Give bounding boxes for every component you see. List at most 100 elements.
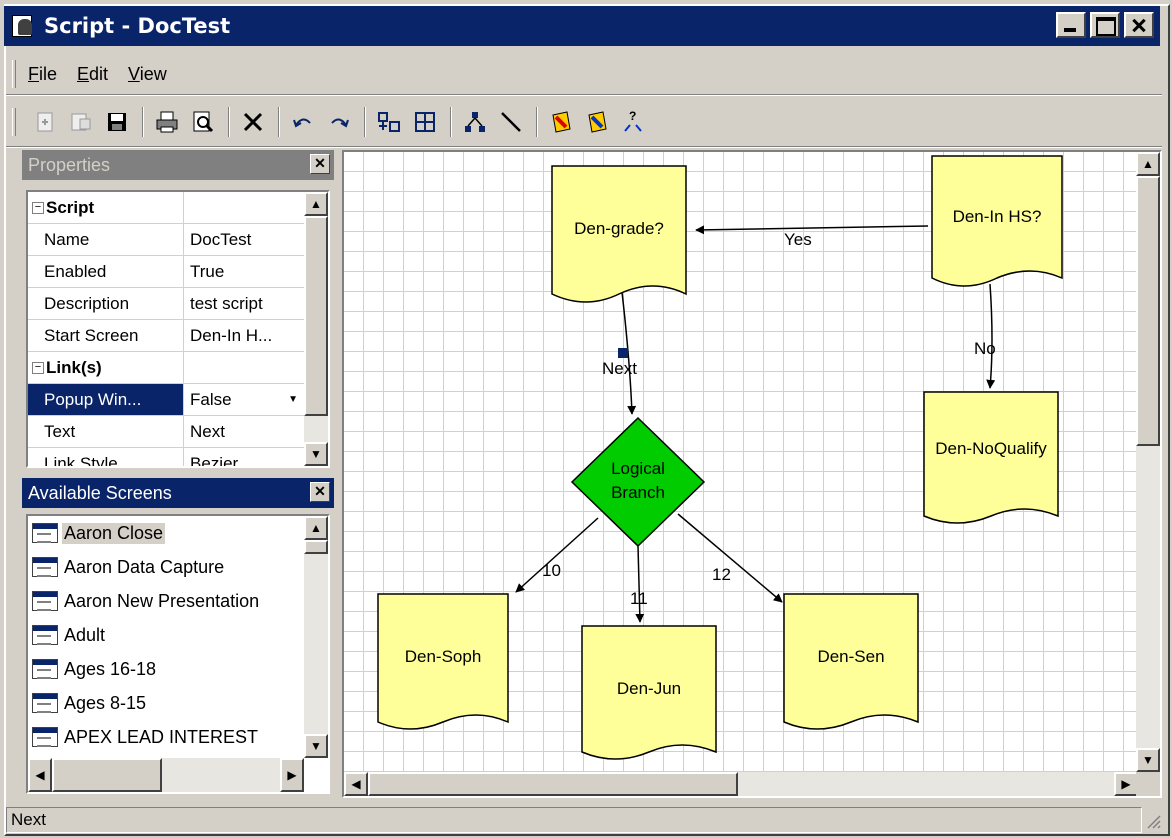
group-button[interactable]: [408, 105, 442, 139]
group-icon: [415, 112, 435, 132]
link-yes[interactable]: [695, 225, 929, 235]
property-name: Start Screen: [28, 320, 184, 351]
property-value[interactable]: Bezier: [184, 448, 304, 467]
link-10[interactable]: [515, 517, 599, 593]
menu-view[interactable]: View: [128, 64, 167, 85]
print-button[interactable]: [150, 105, 184, 139]
tag-blue-button[interactable]: [580, 105, 614, 139]
scroll-right-button[interactable]: ▶: [280, 758, 304, 792]
save-button[interactable]: [100, 105, 134, 139]
link-11[interactable]: [635, 545, 645, 623]
scroll-left-button[interactable]: ◀: [28, 758, 52, 792]
link-handle[interactable]: [618, 348, 628, 358]
delete-button[interactable]: [236, 105, 270, 139]
redo-icon: [331, 118, 349, 128]
property-value[interactable]: True: [184, 256, 304, 287]
maximize-button[interactable]: [1090, 12, 1120, 38]
scroll-up-button[interactable]: ▲: [1136, 152, 1160, 176]
list-item[interactable]: Adult: [28, 618, 328, 652]
menu-grip[interactable]: [12, 60, 16, 88]
list-item[interactable]: Aaron Close: [28, 516, 328, 550]
node-logical-branch[interactable]: [570, 416, 706, 548]
screens-hscrollbar[interactable]: ◀ ▶: [28, 758, 304, 792]
property-row[interactable]: Description test script: [28, 288, 328, 320]
property-row[interactable]: Enabled True: [28, 256, 328, 288]
link-label-yes: Yes: [784, 230, 812, 249]
print-preview-button[interactable]: [186, 105, 220, 139]
scroll-thumb[interactable]: [1136, 176, 1160, 446]
toolbar-separator: [228, 107, 230, 137]
property-value[interactable]: test script: [184, 288, 304, 319]
property-category-links[interactable]: − Link(s): [28, 352, 328, 384]
canvas-hscrollbar[interactable]: ◀ ▶: [344, 772, 1138, 796]
properties-button[interactable]: [64, 105, 98, 139]
property-row[interactable]: Link Style Bezier: [28, 448, 328, 467]
title-bar[interactable]: Script - DocTest: [4, 6, 1160, 46]
link-no[interactable]: [986, 283, 996, 389]
property-scrollbar[interactable]: ▲ ▼: [304, 192, 328, 466]
node-den-soph-label: Den-Soph: [405, 647, 482, 666]
properties-close-button[interactable]: ✕: [310, 154, 330, 174]
scroll-up-button[interactable]: ▲: [304, 516, 328, 540]
minimize-button[interactable]: [1056, 12, 1086, 38]
list-item[interactable]: Ages 8-15: [28, 686, 328, 720]
scroll-thumb[interactable]: [368, 772, 738, 796]
redo-button[interactable]: [322, 105, 356, 139]
property-row[interactable]: Start Screen Den-In H...: [28, 320, 328, 352]
dropdown-arrow-icon[interactable]: ▼: [288, 394, 298, 405]
list-item[interactable]: Aaron Data Capture: [28, 550, 328, 584]
scroll-right-button[interactable]: ▶: [1114, 772, 1138, 796]
available-screens-header[interactable]: Available Screens ✕: [22, 478, 334, 508]
property-row[interactable]: Name DocTest: [28, 224, 328, 256]
screen-icon: [32, 523, 58, 543]
link-12[interactable]: [677, 513, 783, 603]
screens-close-button[interactable]: ✕: [310, 482, 330, 502]
screen-icon: [32, 557, 58, 577]
collapse-icon[interactable]: −: [32, 361, 44, 374]
hierarchy-button[interactable]: [458, 105, 492, 139]
property-value[interactable]: Den-In H...: [184, 320, 304, 351]
menu-toolbar-divider: [6, 94, 1162, 96]
menu-edit[interactable]: Edit: [77, 64, 108, 85]
scroll-left-button[interactable]: ◀: [344, 772, 368, 796]
line-tool-button[interactable]: [494, 105, 528, 139]
toolbar-separator: [278, 107, 280, 137]
print-icon: [156, 111, 178, 133]
scroll-down-button[interactable]: ▼: [304, 734, 328, 758]
toolbar-grip[interactable]: [12, 108, 16, 136]
property-row-selected[interactable]: Popup Win... False ▼: [28, 384, 328, 416]
property-row[interactable]: Text Next: [28, 416, 328, 448]
close-button[interactable]: [1124, 12, 1154, 38]
scroll-thumb[interactable]: [52, 758, 162, 792]
scroll-thumb[interactable]: [304, 540, 328, 554]
new-button[interactable]: [28, 105, 62, 139]
help-button[interactable]: ?: [616, 105, 650, 139]
menu-file[interactable]: File: [28, 64, 57, 85]
menu-bar: File Edit View: [12, 56, 187, 92]
toolbar-separator: [142, 107, 144, 137]
tag-blue-icon: [588, 111, 607, 133]
property-dropdown[interactable]: False ▼: [184, 384, 304, 415]
canvas-vscrollbar[interactable]: ▲ ▼: [1136, 152, 1160, 772]
scroll-thumb[interactable]: [304, 216, 328, 416]
collapse-icon[interactable]: −: [32, 201, 44, 214]
property-category-script[interactable]: − Script: [28, 192, 328, 224]
list-item[interactable]: APEX LEAD INTEREST: [28, 720, 328, 754]
undo-button[interactable]: [286, 105, 320, 139]
property-value[interactable]: DocTest: [184, 224, 304, 255]
tag-red-button[interactable]: [544, 105, 578, 139]
property-value[interactable]: Next: [184, 416, 304, 447]
list-item[interactable]: Aaron New Presentation: [28, 584, 328, 618]
screens-vscrollbar[interactable]: ▲ ▼: [304, 516, 328, 758]
scroll-down-button[interactable]: ▼: [304, 442, 328, 466]
scroll-up-button[interactable]: ▲: [304, 192, 328, 216]
properties-panel: Properties ✕ − Script Name DocTest Enable…: [22, 150, 334, 472]
align-button[interactable]: [372, 105, 406, 139]
list-item[interactable]: Ages 16-18: [28, 652, 328, 686]
scroll-down-button[interactable]: ▼: [1136, 748, 1160, 772]
diagram-canvas[interactable]: Yes No Next 10 11 12 Den-grade? Den-In H…: [344, 152, 1138, 772]
align-icon: [378, 112, 400, 132]
undo-icon: [293, 118, 311, 128]
properties-header[interactable]: Properties ✕: [22, 150, 334, 180]
resize-grip-icon[interactable]: [1142, 810, 1162, 830]
